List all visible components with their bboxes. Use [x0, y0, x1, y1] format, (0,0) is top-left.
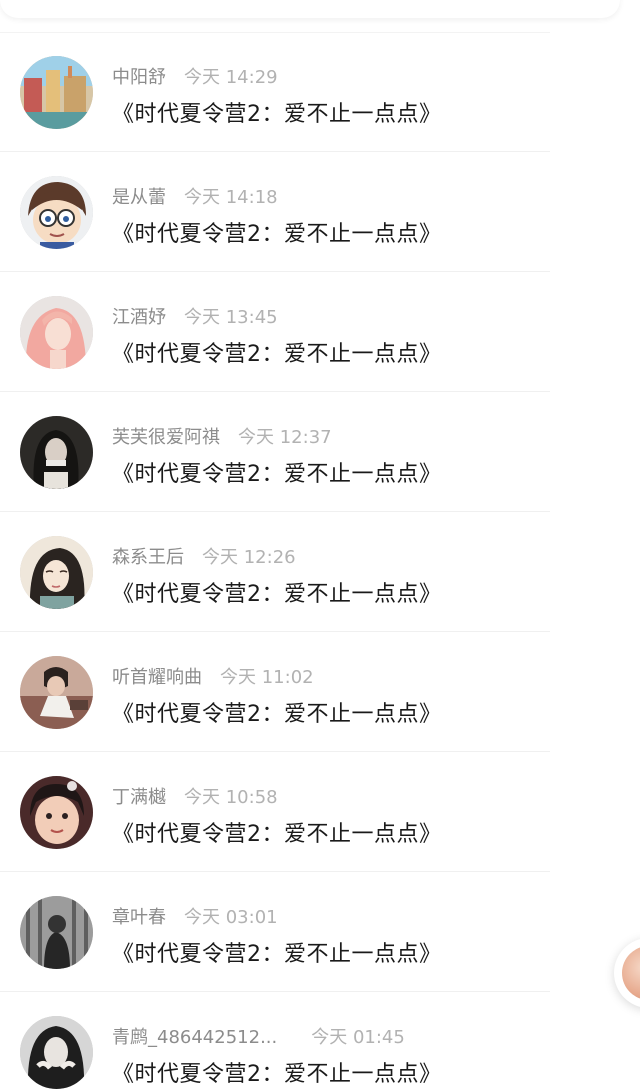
avatar[interactable]: [20, 776, 93, 849]
list-item[interactable]: 丁满樾 今天 10:58 《时代夏令营2：爱不止一点点》: [0, 752, 640, 872]
list-item[interactable]: 青鹧_486442512... 今天 01:45 《时代夏令营2：爱不止一点点》: [0, 992, 640, 1092]
list-item[interactable]: 是从蕾 今天 14:18 《时代夏令营2：爱不止一点点》: [0, 152, 640, 272]
comment-time: 今天 03:01: [184, 907, 278, 928]
user-name[interactable]: 江酒妤: [112, 303, 166, 329]
avatar[interactable]: [20, 536, 93, 609]
top-card: [0, 0, 620, 18]
comment-time: 今天 11:02: [220, 667, 314, 688]
user-name[interactable]: 丁满樾: [112, 783, 166, 809]
comment-time: 今天 14:18: [184, 187, 278, 208]
comment-time: 今天 13:45: [184, 307, 278, 328]
comment-meta: 芙芙很爱阿祺 今天 12:37: [112, 423, 332, 449]
avatar[interactable]: [20, 656, 93, 729]
comment-time: 今天 01:45: [311, 1027, 405, 1048]
list-item[interactable]: 森系王后 今天 12:26 《时代夏令营2：爱不止一点点》: [0, 512, 640, 632]
user-name[interactable]: 中阳舒: [112, 63, 166, 89]
list-item[interactable]: 听首耀响曲 今天 11:02 《时代夏令营2：爱不止一点点》: [0, 632, 640, 752]
comment-time: 今天 14:29: [184, 67, 278, 88]
list-item[interactable]: 芙芙很爱阿祺 今天 12:37 《时代夏令营2：爱不止一点点》: [0, 392, 640, 512]
avatar[interactable]: [20, 416, 93, 489]
user-name[interactable]: 青鹧_486442512...: [112, 1023, 277, 1049]
comment-meta: 青鹧_486442512... 今天 01:45: [112, 1023, 405, 1049]
comment-title[interactable]: 《时代夏令营2：爱不止一点点》: [112, 336, 442, 368]
list-item[interactable]: 章叶春 今天 03:01 《时代夏令营2：爱不止一点点》: [0, 872, 640, 992]
avatar[interactable]: [20, 1016, 93, 1089]
comment-title[interactable]: 《时代夏令营2：爱不止一点点》: [112, 696, 442, 728]
avatar[interactable]: [20, 56, 93, 129]
comment-meta: 江酒妤 今天 13:45: [112, 303, 278, 329]
comment-title[interactable]: 《时代夏令营2：爱不止一点点》: [112, 456, 442, 488]
avatar[interactable]: [20, 296, 93, 369]
comment-meta: 听首耀响曲 今天 11:02: [112, 663, 314, 689]
comment-title[interactable]: 《时代夏令营2：爱不止一点点》: [112, 576, 442, 608]
comment-meta: 森系王后 今天 12:26: [112, 543, 296, 569]
comment-title[interactable]: 《时代夏令营2：爱不止一点点》: [112, 1056, 442, 1088]
user-name[interactable]: 是从蕾: [112, 183, 166, 209]
list-item[interactable]: 江酒妤 今天 13:45 《时代夏令营2：爱不止一点点》: [0, 272, 640, 392]
comment-time: 今天 12:26: [202, 547, 296, 568]
comment-list-page: 中阳舒 今天 14:29 《时代夏令营2：爱不止一点点》 是从蕾 今天 14:1…: [0, 0, 640, 1092]
comment-title[interactable]: 《时代夏令营2：爱不止一点点》: [112, 816, 442, 848]
comment-title[interactable]: 《时代夏令营2：爱不止一点点》: [112, 936, 442, 968]
comment-meta: 丁满樾 今天 10:58: [112, 783, 278, 809]
list-item[interactable]: 中阳舒 今天 14:29 《时代夏令营2：爱不止一点点》: [0, 32, 640, 152]
user-name[interactable]: 森系王后: [112, 543, 184, 569]
avatar[interactable]: [20, 176, 93, 249]
avatar[interactable]: [20, 896, 93, 969]
comment-time: 今天 12:37: [238, 427, 332, 448]
user-name[interactable]: 听首耀响曲: [112, 663, 202, 689]
floating-avatar-image: [622, 946, 640, 1000]
user-name[interactable]: 芙芙很爱阿祺: [112, 423, 220, 449]
comment-meta: 中阳舒 今天 14:29: [112, 63, 278, 89]
comment-title[interactable]: 《时代夏令营2：爱不止一点点》: [112, 96, 442, 128]
comment-title[interactable]: 《时代夏令营2：爱不止一点点》: [112, 216, 442, 248]
comment-meta: 章叶春 今天 03:01: [112, 903, 278, 929]
comment-list: 中阳舒 今天 14:29 《时代夏令营2：爱不止一点点》 是从蕾 今天 14:1…: [0, 32, 640, 1092]
user-name[interactable]: 章叶春: [112, 903, 166, 929]
comment-time: 今天 10:58: [184, 787, 278, 808]
comment-meta: 是从蕾 今天 14:18: [112, 183, 278, 209]
